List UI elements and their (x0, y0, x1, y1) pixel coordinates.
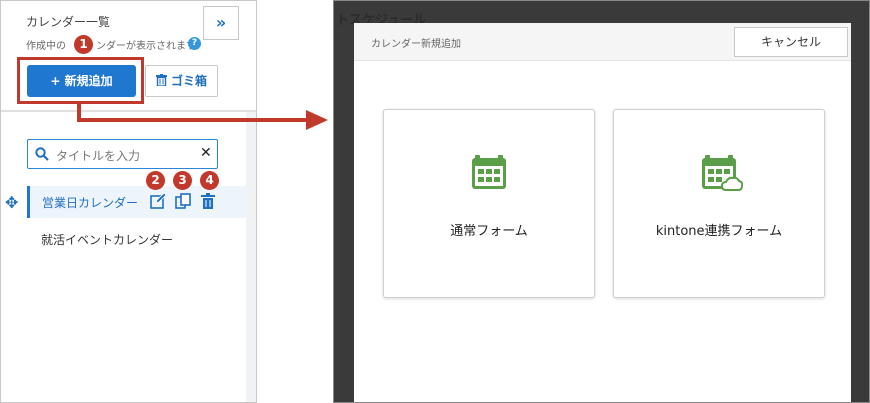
calendar-icon (472, 155, 506, 189)
modal-header: カレンダー新規追加 キャンセル (354, 23, 851, 61)
add-button-highlight (17, 57, 144, 104)
move-handle-icon[interactable]: ✥ (5, 193, 18, 212)
normal-form-label: 通常フォーム (450, 224, 528, 239)
step-badge-4: 4 (200, 171, 219, 190)
subtitle-text-after: ンダーが表示されます (96, 41, 196, 52)
subtitle-text-before: 作成中の (26, 41, 66, 52)
cancel-button[interactable]: キャンセル (734, 27, 848, 57)
collapse-panel-button[interactable]: » (203, 6, 239, 40)
new-calendar-modal: カレンダー新規追加 キャンセル 通常フォーム kintone連携フォーム (354, 23, 851, 402)
step-badge-1: 1 (74, 35, 93, 54)
calendar-search-box[interactable]: タイトルを入力 ✕ (27, 139, 218, 169)
calendar-item-label: 営業日カレンダー (42, 196, 139, 210)
panel-title: カレンダー一覧 (26, 15, 111, 29)
kintone-form-card[interactable]: kintone連携フォーム (613, 109, 825, 298)
modal-screenshot-frame: トスケジュール カレンダー新規追加 キャンセル 通常フォーム kintone連携… (333, 0, 870, 403)
trash-button[interactable]: ゴミ箱 (145, 65, 218, 97)
panel-scrollbar[interactable] (246, 112, 256, 402)
calendar-list-item[interactable]: 就活イベントカレンダー (41, 231, 173, 248)
delete-icon[interactable] (199, 192, 217, 210)
clear-search-icon[interactable]: ✕ (200, 145, 212, 161)
copy-icon[interactable] (174, 192, 192, 210)
normal-form-card[interactable]: 通常フォーム (383, 109, 595, 298)
trash-icon (155, 74, 167, 87)
kintone-form-label: kintone連携フォーム (655, 224, 783, 239)
step-badge-3: 3 (173, 171, 192, 190)
panel-divider (1, 110, 256, 112)
trash-button-label: ゴミ箱 (170, 74, 207, 88)
help-icon[interactable]: ? (188, 37, 201, 50)
search-icon (35, 147, 49, 161)
calendar-cloud-icon (702, 155, 743, 191)
panel-subtitle: 作成中の ンダーが表示されます (26, 37, 196, 52)
step-badge-2: 2 (146, 171, 165, 190)
modal-title: カレンダー新規追加 (371, 39, 461, 50)
search-input[interactable]: タイトルを入力 (56, 147, 140, 164)
edit-icon[interactable] (149, 192, 167, 210)
calendar-list-panel: カレンダー一覧 作成中の ンダーが表示されます ? » + 新規追加 ゴミ箱 タイ… (0, 0, 257, 403)
